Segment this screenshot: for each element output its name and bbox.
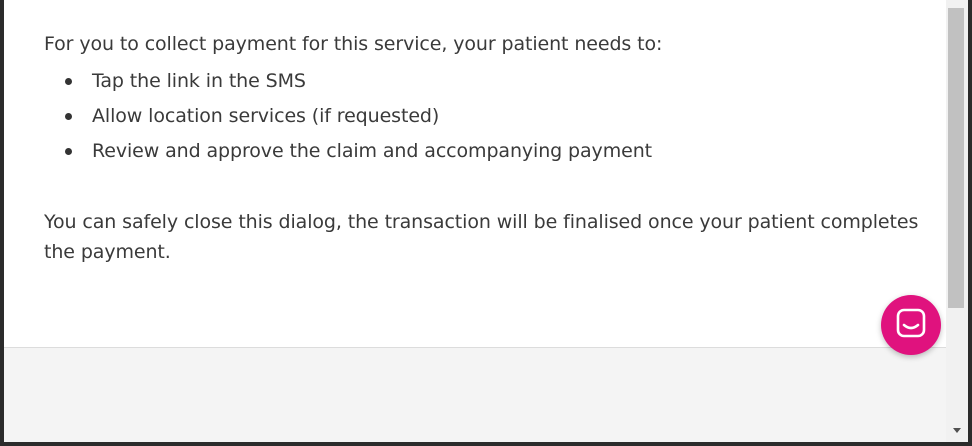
step-label: Allow location services (if requested) — [92, 105, 440, 127]
chat-icon — [896, 308, 926, 342]
step-label: Tap the link in the SMS — [92, 70, 306, 92]
list-item: Allow location services (if requested) — [44, 101, 652, 136]
scroll-down-arrow-icon[interactable] — [953, 428, 961, 433]
bullet-icon — [65, 148, 72, 155]
dialog: For you to collect payment for this serv… — [4, 0, 946, 442]
window-edge-bottom — [0, 442, 972, 446]
list-item: Tap the link in the SMS — [44, 66, 652, 101]
list-item: Review and approve the claim and accompa… — [44, 136, 652, 171]
closing-note: You can safely close this dialog, the tr… — [44, 211, 919, 263]
bullet-icon — [65, 78, 72, 85]
chat-launcher-button[interactable] — [881, 295, 941, 355]
dialog-footer — [4, 347, 946, 442]
payment-instructions-intro: For you to collect payment for this serv… — [44, 33, 663, 55]
scrollbar-thumb[interactable] — [948, 8, 964, 308]
payment-steps-list: Tap the link in the SMS Allow location s… — [44, 66, 652, 171]
bullet-icon — [65, 113, 72, 120]
vertical-scrollbar[interactable] — [946, 0, 968, 442]
step-label: Review and approve the claim and accompa… — [92, 140, 652, 162]
dialog-body: For you to collect payment for this serv… — [4, 0, 946, 347]
window-edge-right — [968, 0, 972, 446]
